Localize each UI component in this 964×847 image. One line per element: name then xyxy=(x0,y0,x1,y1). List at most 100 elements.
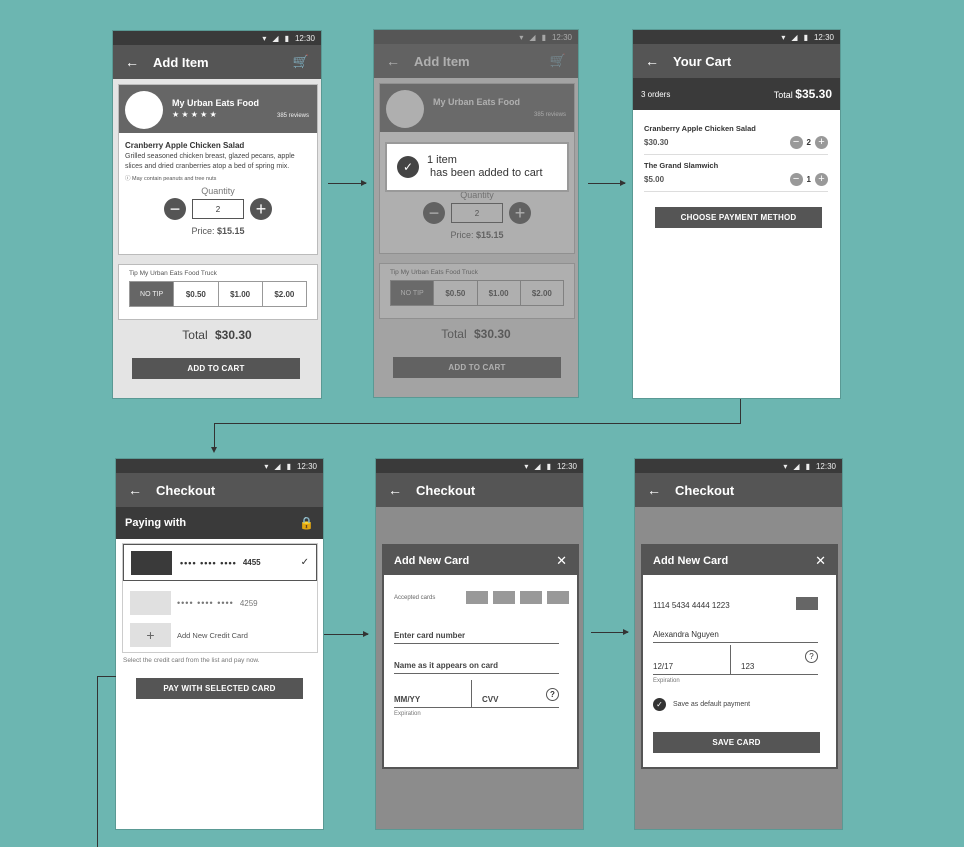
close-icon[interactable]: ✕ xyxy=(815,553,826,569)
app-bar: ← Checkout xyxy=(376,473,583,507)
page-title: Your Cart xyxy=(673,53,732,69)
pay-with-selected-card-button[interactable]: PAY WITH SELECTED CARD xyxy=(136,678,303,699)
add-to-cart-button[interactable]: ADD TO CART xyxy=(132,358,300,379)
cart-item-qty: 2 xyxy=(806,138,811,147)
screen-your-cart: ▾ ◢ ▮ 12:30 ← Your Cart 3 orders Total $35.… xyxy=(632,29,841,399)
status-time: 12:30 xyxy=(556,461,577,471)
dialog-header: Add New Card ✕ xyxy=(384,546,577,575)
status-time: 12:30 xyxy=(296,461,317,471)
restaurant-name: My Urban Eats Food xyxy=(172,98,260,108)
check-circle-icon[interactable]: ✓ xyxy=(653,698,666,711)
tip-options: NO TIP $0.50 $1.00 $2.00 xyxy=(129,281,307,307)
tip-card: Tip My Urban Eats Food Truck NO TIP $0.5… xyxy=(118,264,318,320)
flow-arrow xyxy=(324,631,369,637)
cvv-input[interactable]: CVV ? xyxy=(472,680,559,708)
app-bar: ← Checkout xyxy=(635,473,842,507)
expiration-label: Expiration xyxy=(394,711,421,717)
page-title: Checkout xyxy=(416,482,476,498)
expiry-input[interactable]: MM/YY xyxy=(394,680,472,708)
back-arrow-icon[interactable]: ← xyxy=(125,54,139,70)
cart-item: Cranberry Apple Chicken Salad $30.30 − 2… xyxy=(644,118,828,155)
cardholder-name-input[interactable]: Name as it appears on card xyxy=(394,658,559,674)
checkmark-icon: ✓ xyxy=(300,557,309,568)
minus-button[interactable]: − xyxy=(164,198,186,220)
flow-connector xyxy=(740,399,741,423)
back-arrow-icon[interactable]: ← xyxy=(645,53,659,69)
card-dots: •••• •••• •••• xyxy=(180,557,237,568)
cvv-input[interactable]: 123 ? xyxy=(731,645,818,675)
tip-option[interactable]: $0.50 xyxy=(174,282,219,306)
star-rating: ★ ★ ★ ★ ★ xyxy=(172,110,217,119)
allergy-note: ⓘ May contain peanuts and tree nuts xyxy=(125,174,311,182)
help-icon[interactable]: ? xyxy=(805,650,818,663)
wifi-icon: ▾ xyxy=(783,461,788,471)
screen-add-card-empty: ▾◢▮12:30 ← Checkout Paying with 🔒 Add Ne… xyxy=(375,458,584,830)
dialog-header: Add New Card ✕ xyxy=(643,546,836,575)
cardholder-name-input[interactable]: Alexandra Nguyen xyxy=(653,627,818,643)
screen-add-item: ▾ ◢ ▮ 12:30 ← Add Item 🛒 My Urban Eats Food… xyxy=(112,30,322,399)
added-toast: ✓ 1 item has been added to cart xyxy=(385,142,569,192)
plus-button[interactable]: + xyxy=(815,136,828,149)
quantity-input[interactable]: 2 xyxy=(192,199,244,219)
card-brand-icon xyxy=(520,591,542,604)
total-value: $35.30 xyxy=(795,87,832,101)
save-default-row[interactable]: ✓ Save as default payment xyxy=(653,698,826,711)
signal-icon: ◢ xyxy=(272,33,279,43)
minus-button[interactable]: − xyxy=(789,173,803,186)
card-number-input[interactable]: 1114 5434 4444 1223 xyxy=(653,591,818,613)
cart-icon[interactable]: 🛒 xyxy=(293,54,309,70)
wifi-icon: ▾ xyxy=(524,461,529,471)
saved-card-selected[interactable]: •••• •••• •••• 4455 ✓ xyxy=(123,544,317,581)
dim-overlay xyxy=(374,30,578,397)
add-card-dialog: Add New Card ✕ Accepted cards Enter card… xyxy=(382,544,579,769)
minus-button[interactable]: − xyxy=(789,136,803,149)
plus-icon: + xyxy=(130,623,171,647)
signal-icon: ◢ xyxy=(534,461,541,471)
wifi-icon: ▾ xyxy=(264,461,269,471)
price-value: $15.15 xyxy=(217,226,245,236)
card-number-input[interactable]: Enter card number xyxy=(394,628,559,644)
signal-icon: ◢ xyxy=(791,32,798,42)
back-arrow-icon[interactable]: ← xyxy=(647,482,661,498)
plus-button[interactable]: + xyxy=(250,198,272,220)
status-bar: ▾ ◢ ▮ 12:30 xyxy=(635,459,842,473)
flow-arrow xyxy=(591,629,629,635)
card-thumbnail xyxy=(131,550,172,575)
help-icon[interactable]: ? xyxy=(546,688,559,701)
card-brand-icon xyxy=(493,591,515,604)
tip-label: Tip My Urban Eats Food Truck xyxy=(129,270,217,277)
saved-card[interactable]: •••• •••• •••• 4259 xyxy=(123,584,317,622)
flow-arrow xyxy=(328,180,367,186)
status-time: 12:30 xyxy=(815,461,836,471)
signal-icon: ◢ xyxy=(793,461,800,471)
cart-list: Cranberry Apple Chicken Salad $30.30 − 2… xyxy=(644,118,828,192)
close-icon[interactable]: ✕ xyxy=(556,553,567,569)
tip-option[interactable]: $1.00 xyxy=(219,282,263,306)
expiry-input[interactable]: 12/17 xyxy=(653,645,731,675)
cart-item-stepper: − 2 + xyxy=(789,136,828,149)
order-count: 3 orders xyxy=(641,89,671,99)
flow-connector xyxy=(214,423,741,424)
price-line: Price: $15.15 xyxy=(119,226,317,236)
add-credit-card-row[interactable]: + Add New Credit Card xyxy=(123,622,317,648)
toast-line-1: 1 item xyxy=(427,154,457,166)
item-description: Grilled seasoned chicken breast, glazed … xyxy=(125,153,295,170)
back-arrow-icon[interactable]: ← xyxy=(388,482,402,498)
dialog-title: Add New Card xyxy=(394,554,470,567)
battery-icon: ▮ xyxy=(805,461,810,471)
plus-button[interactable]: + xyxy=(815,173,828,186)
card-brand-icon xyxy=(547,591,569,604)
choose-payment-button[interactable]: CHOOSE PAYMENT METHOD xyxy=(655,207,822,228)
cvv-placeholder: CVV xyxy=(482,695,499,704)
save-card-button[interactable]: SAVE CARD xyxy=(653,732,820,753)
item-card: My Urban Eats Food ★ ★ ★ ★ ★ 385 reviews… xyxy=(118,84,318,255)
tip-option[interactable]: NO TIP xyxy=(130,282,175,306)
status-time: 12:30 xyxy=(294,33,315,43)
battery-icon: ▮ xyxy=(803,32,808,42)
card-dots: •••• •••• •••• xyxy=(177,598,234,608)
cart-total: Total $35.30 xyxy=(774,87,832,101)
tip-option[interactable]: $2.00 xyxy=(263,282,306,306)
price-label: Price: xyxy=(191,226,215,236)
card-brand-icon xyxy=(796,597,818,610)
back-arrow-icon[interactable]: ← xyxy=(128,482,142,498)
